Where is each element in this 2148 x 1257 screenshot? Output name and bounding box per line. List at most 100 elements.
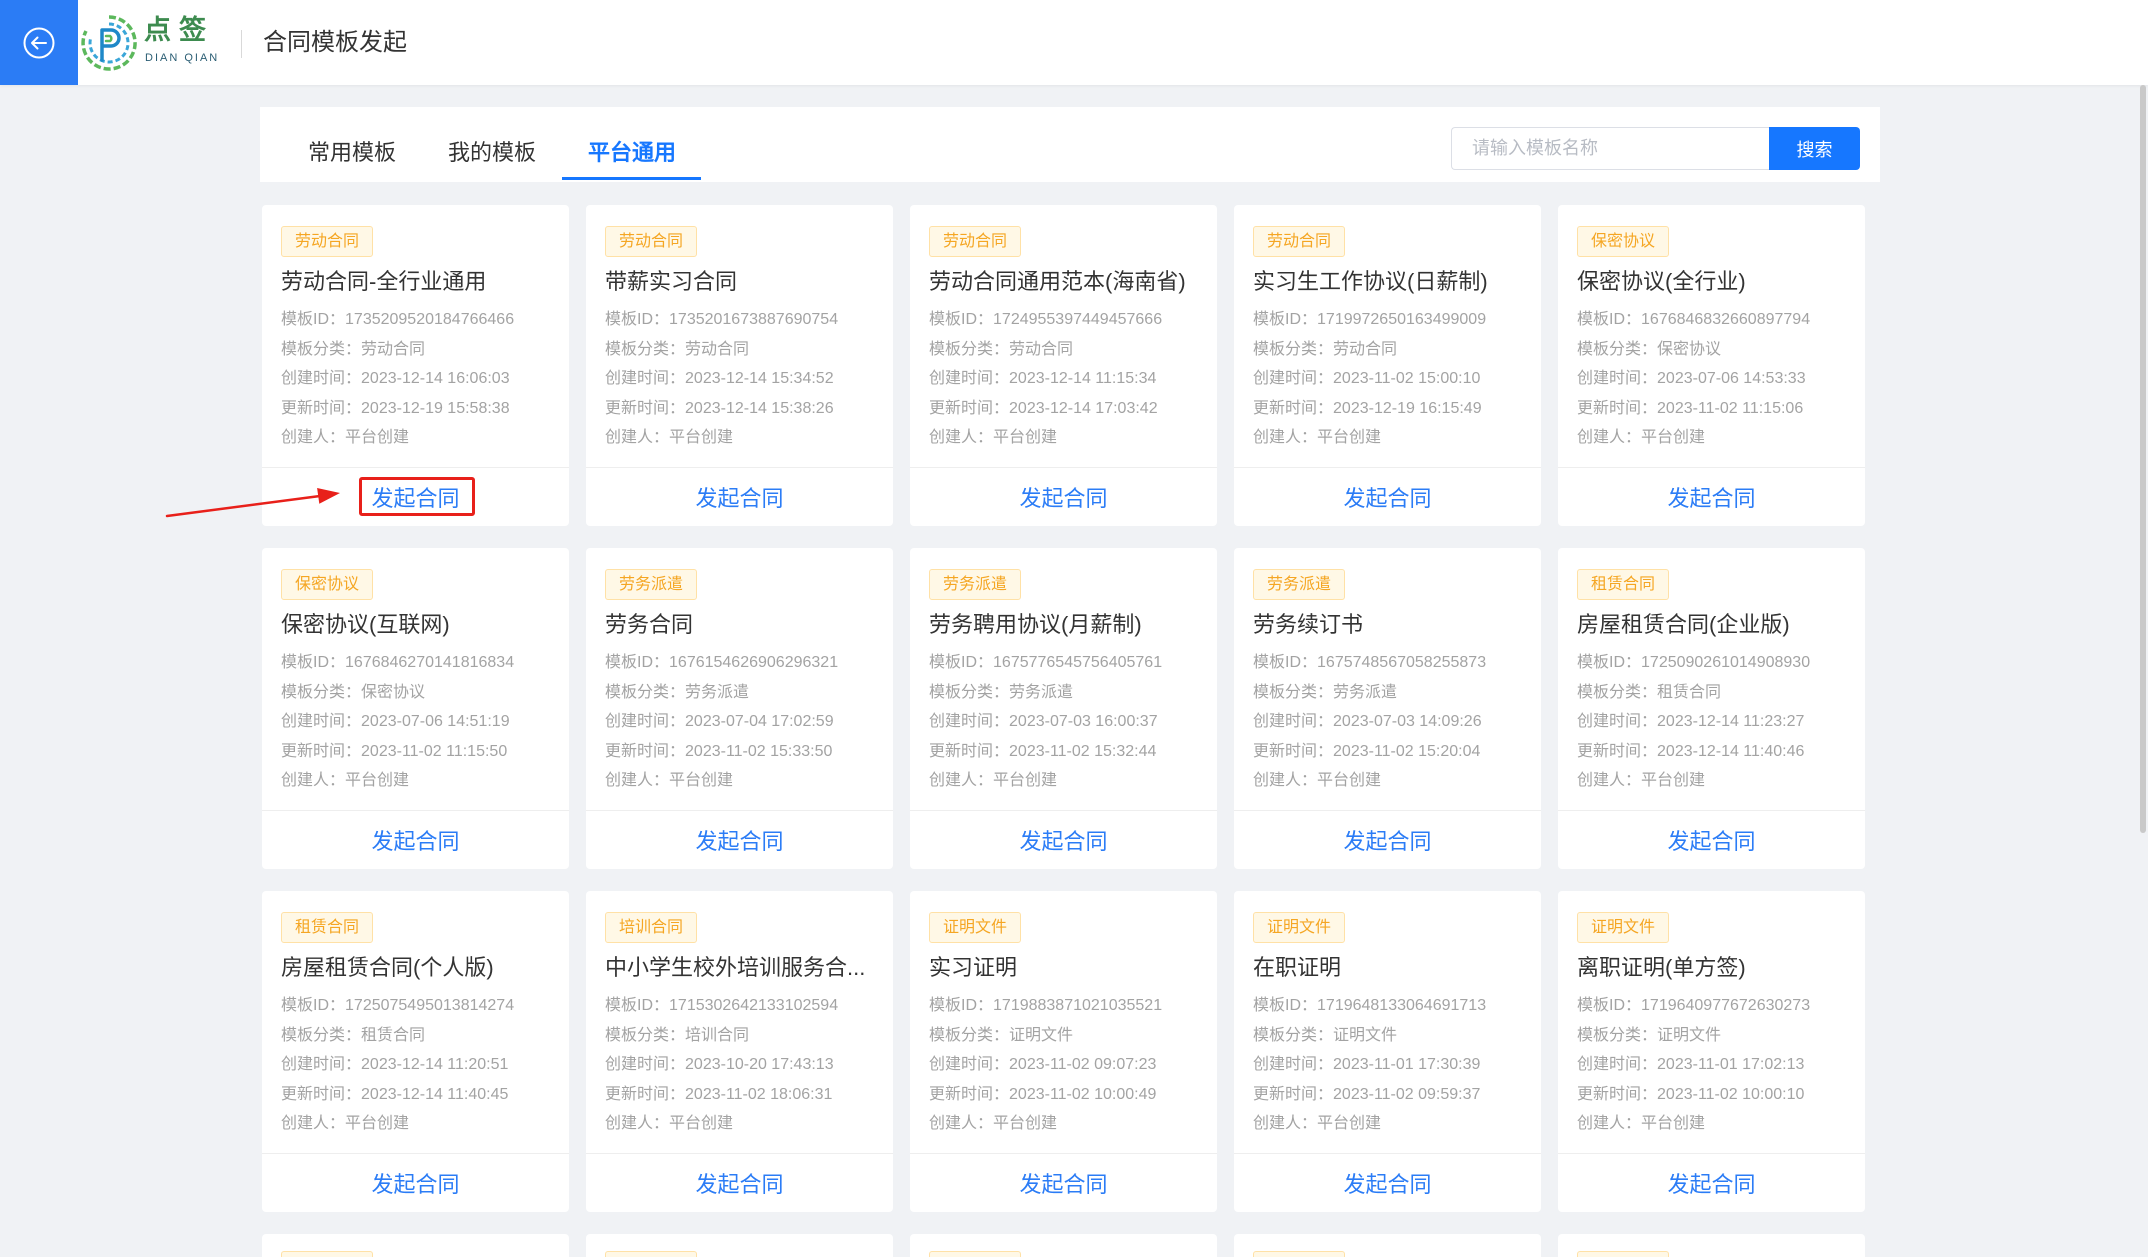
template-category-value: 租赁合同 — [361, 1026, 426, 1044]
field-label-creator: 创建人： — [1577, 1115, 1642, 1132]
start-contract-button[interactable]: 发起合同 — [1234, 811, 1541, 869]
start-contract-button[interactable]: 发起合同 — [910, 468, 1217, 526]
template-category-value: 租赁合同 — [1657, 683, 1722, 701]
template-category-line: 模板分类：劳动合同 — [929, 335, 1211, 365]
field-label-created: 创建时间： — [605, 713, 686, 730]
template-creator-value: 平台创建 — [669, 1115, 734, 1132]
start-contract-button[interactable]: 发起合同 — [1234, 1154, 1541, 1212]
field-label-category: 模板分类： — [1253, 340, 1334, 358]
template-category-line: 模板分类：租赁合同 — [1577, 678, 1859, 708]
field-label-creator: 创建人： — [605, 429, 670, 446]
start-contract-button[interactable]: 发起合同 — [910, 811, 1217, 869]
start-contract-button[interactable]: 发起合同 — [1558, 811, 1865, 869]
search-button[interactable]: 搜索 — [1769, 127, 1860, 170]
category-tag: 租赁合同 — [1577, 569, 1670, 600]
template-card: 劳动合同 实习生工作协议(日薪制) 模板ID：17199726501634990… — [1234, 205, 1541, 526]
category-tag: 劳动合同 — [605, 226, 698, 257]
template-title: 劳务续订书 — [1253, 612, 1364, 637]
category-tag: 培训合同 — [605, 912, 698, 943]
start-contract-button[interactable]: 发起合同 — [262, 468, 569, 526]
field-label-updated: 更新时间： — [281, 742, 362, 760]
tab-active-indicator — [562, 177, 701, 180]
start-contract-button[interactable]: 发起合同 — [910, 1154, 1217, 1212]
template-creator-value: 平台创建 — [1641, 772, 1706, 789]
start-contract-button[interactable]: 发起合同 — [262, 1154, 569, 1212]
tab-platform-templates[interactable]: 平台通用 — [562, 107, 702, 182]
template-created-value: 2023-07-06 14:53:33 — [1657, 370, 1806, 387]
start-contract-button[interactable]: 发起合同 — [586, 468, 893, 526]
category-tag: 证明文件 — [1253, 912, 1346, 943]
template-meta: 模板ID：1725090261014908930 模板分类：租赁合同 创建时间：… — [1577, 648, 1859, 796]
start-contract-button[interactable]: 发起合同 — [262, 811, 569, 869]
template-title: 带薪实习合同 — [605, 269, 738, 294]
template-id-line: 模板ID：1725090261014908930 — [1577, 648, 1859, 678]
template-updated-line: 更新时间：2023-11-02 11:15:50 — [281, 737, 563, 767]
template-creator-line: 创建人：平台创建 — [281, 1109, 563, 1139]
field-label-category: 模板分类： — [929, 340, 1010, 358]
template-created-line: 创建时间：2023-10-20 17:43:13 — [605, 1050, 887, 1080]
template-category-line: 模板分类：劳动合同 — [1253, 335, 1535, 365]
field-label-id: 模板ID： — [605, 997, 670, 1014]
template-creator-line: 创建人：平台创建 — [281, 423, 563, 453]
template-card: 证明文件 实习证明 模板ID：1719883871021035521 模板分类：… — [910, 891, 1217, 1212]
template-title: 在职证明 — [1253, 955, 1342, 980]
back-button[interactable] — [0, 0, 78, 85]
scrollbar-thumb[interactable] — [2140, 85, 2146, 833]
template-category-line: 模板分类：劳动合同 — [605, 335, 887, 365]
template-id-value: 1725075495013814274 — [345, 997, 515, 1014]
template-search-input[interactable] — [1451, 127, 1769, 170]
template-creator-value: 平台创建 — [669, 772, 734, 789]
template-id-line: 模板ID：1676846832660897794 — [1577, 305, 1859, 335]
template-updated-value: 2023-11-02 10:00:10 — [1657, 1085, 1805, 1103]
template-created-value: 2023-07-03 16:00:37 — [1009, 713, 1158, 730]
template-card: 劳务派遣 劳务合同 模板ID：1676154626906296321 模板分类：… — [586, 548, 893, 869]
template-created-value: 2023-12-14 11:23:27 — [1657, 713, 1805, 730]
template-updated-value: 2023-11-02 15:33:50 — [685, 742, 833, 760]
template-updated-value: 2023-11-02 15:20:04 — [1333, 742, 1481, 760]
field-label-created: 创建时间： — [1577, 713, 1658, 730]
field-label-created: 创建时间： — [929, 370, 1010, 387]
field-label-updated: 更新时间： — [1253, 742, 1334, 760]
field-label-category: 模板分类： — [605, 683, 686, 701]
template-meta: 模板ID：1715302642133102594 模板分类：培训合同 创建时间：… — [605, 991, 887, 1139]
template-card: 劳务派遣 劳务续订书 模板ID：1675748567058255873 模板分类… — [1234, 548, 1541, 869]
template-created-line: 创建时间：2023-07-03 14:09:26 — [1253, 707, 1535, 737]
template-id-value: 1719648133064691713 — [1317, 997, 1487, 1014]
field-label-category: 模板分类： — [1577, 683, 1658, 701]
tab-my-templates[interactable]: 我的模板 — [422, 107, 562, 182]
template-id-line: 模板ID：1676846270141816834 — [281, 648, 563, 678]
category-tag-partial — [605, 1251, 697, 1257]
start-contract-button[interactable]: 发起合同 — [1234, 468, 1541, 526]
tab-common-templates[interactable]: 常用模板 — [282, 107, 422, 182]
field-label-creator: 创建人： — [1577, 429, 1642, 446]
category-tag: 劳务派遣 — [929, 569, 1022, 600]
template-meta: 模板ID：1719640977672630273 模板分类：证明文件 创建时间：… — [1577, 991, 1859, 1139]
template-created-value: 2023-11-02 09:07:23 — [1009, 1056, 1157, 1073]
template-created-line: 创建时间：2023-11-01 17:30:39 — [1253, 1050, 1535, 1080]
template-id-value: 1676846270141816834 — [345, 654, 515, 671]
start-contract-button[interactable]: 发起合同 — [586, 811, 893, 869]
field-label-id: 模板ID： — [1577, 997, 1642, 1014]
template-id-value: 1715302642133102594 — [669, 997, 839, 1014]
field-label-category: 模板分类： — [1253, 683, 1334, 701]
template-meta: 模板ID：1676154626906296321 模板分类：劳务派遣 创建时间：… — [605, 648, 887, 796]
template-title: 房屋租赁合同(个人版) — [281, 955, 494, 980]
field-label-id: 模板ID： — [1577, 654, 1642, 671]
logo-chinese-text: 点签 — [144, 15, 214, 45]
template-creator-value: 平台创建 — [345, 772, 410, 789]
template-category-line: 模板分类：保密协议 — [1577, 335, 1859, 365]
template-category-line: 模板分类：劳务派遣 — [1253, 678, 1535, 708]
template-id-line: 模板ID：1719883871021035521 — [929, 991, 1211, 1021]
template-card-row-partial — [262, 1234, 1865, 1257]
field-label-id: 模板ID： — [1577, 311, 1642, 328]
field-label-category: 模板分类： — [1577, 340, 1658, 358]
template-title: 中小学生校外培训服务合... — [605, 955, 866, 980]
field-label-id: 模板ID： — [929, 311, 994, 328]
field-label-creator: 创建人： — [281, 1115, 346, 1132]
logo-english-text: DIAN QIAN — [145, 52, 220, 64]
template-category-value: 劳动合同 — [1009, 340, 1074, 358]
start-contract-button[interactable]: 发起合同 — [586, 1154, 893, 1212]
start-contract-button[interactable]: 发起合同 — [1558, 1154, 1865, 1212]
start-contract-button[interactable]: 发起合同 — [1558, 468, 1865, 526]
template-category-value: 劳动合同 — [361, 340, 426, 358]
